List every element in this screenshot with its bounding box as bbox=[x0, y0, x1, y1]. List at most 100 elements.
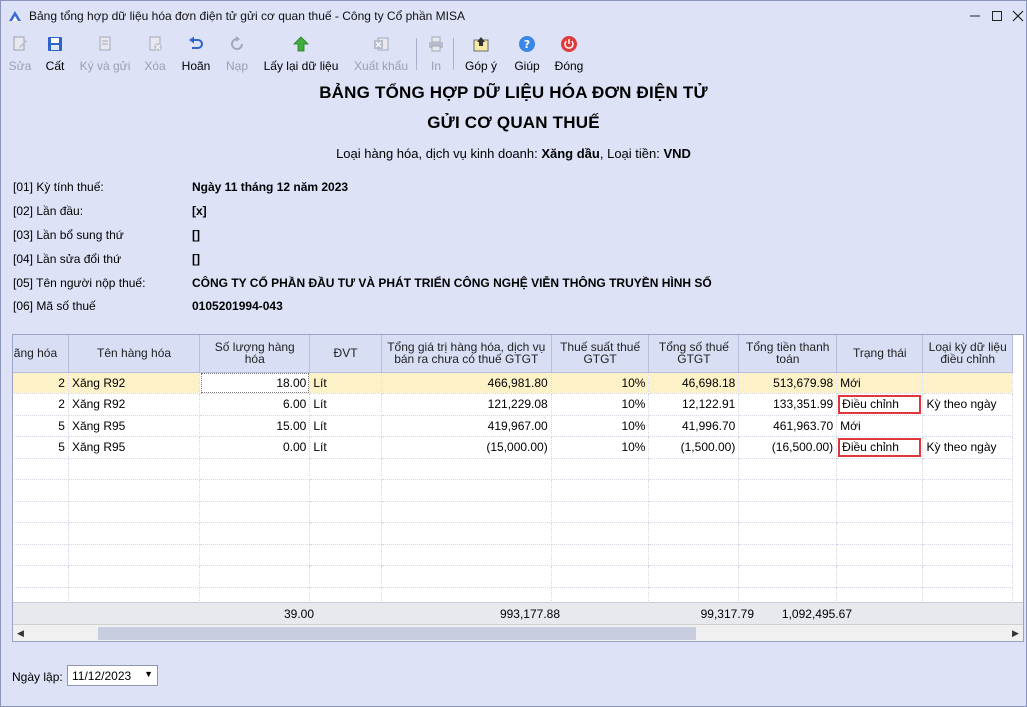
scroll-right-icon[interactable]: ▶ bbox=[1008, 625, 1023, 641]
taxpayer-name-value: CÔNG TY CỔ PHẦN ĐẦU TƯ VÀ PHÁT TRIỂN CÔN… bbox=[192, 276, 712, 290]
cell-tax[interactable]: (1,500.00) bbox=[648, 436, 740, 459]
col-header-code[interactable]: ãng hóa bbox=[13, 335, 69, 373]
empty-row bbox=[13, 544, 1013, 566]
cell-tax[interactable]: 41,996.70 bbox=[648, 415, 740, 437]
cell-name[interactable]: Xăng R92 bbox=[68, 372, 201, 394]
edit-button[interactable]: Sửa bbox=[7, 30, 33, 76]
minimize-button[interactable] bbox=[963, 1, 987, 30]
col-header-tax[interactable]: Tổng số thuế GTGT bbox=[648, 335, 740, 373]
col-header-name[interactable]: Tên hàng hóa bbox=[68, 335, 201, 373]
empty-row bbox=[13, 479, 1013, 502]
col-header-qty[interactable]: Số lượng hàng hóa bbox=[199, 335, 311, 373]
grid-header-row: ãng hóa Tên hàng hóa Số lượng hàng hóa Đ… bbox=[13, 335, 1013, 373]
col-header-period[interactable]: Loại kỳ dữ liệu điều chỉnh bbox=[922, 335, 1013, 373]
col-header-amount[interactable]: Tổng giá trị hàng hóa, dịch vụ bán ra ch… bbox=[381, 335, 552, 373]
feedback-icon bbox=[471, 34, 491, 54]
cell-amount[interactable]: 121,229.08 bbox=[381, 393, 552, 416]
cell-status[interactable]: Mới bbox=[836, 372, 924, 394]
tax-period-value: Ngày 11 tháng 12 năm 2023 bbox=[192, 180, 349, 194]
horizontal-scrollbar[interactable]: ◀ ▶ bbox=[13, 624, 1023, 641]
cell-total[interactable]: (16,500.00) bbox=[738, 436, 838, 459]
cell-amount[interactable]: 419,967.00 bbox=[381, 415, 552, 437]
close-form-label: Đóng bbox=[554, 59, 584, 73]
cell-name[interactable]: Xăng R92 bbox=[68, 393, 201, 416]
report-title-line2: GỬI CƠ QUAN THUẾ bbox=[427, 113, 600, 132]
scroll-left-icon[interactable]: ◀ bbox=[13, 625, 28, 641]
app-window: Bảng tổng hợp dữ liệu hóa đơn điện tử gử… bbox=[0, 0, 1027, 707]
col-header-total[interactable]: Tổng tiền thanh toán bbox=[738, 335, 838, 373]
currency-value: VND bbox=[663, 146, 691, 161]
cell-unit[interactable]: Lít bbox=[309, 372, 382, 394]
cell-unit[interactable]: Lít bbox=[309, 393, 382, 416]
table-row[interactable]: 2 Xăng R92 6.00 Lít 121,229.08 10% 12,12… bbox=[13, 393, 1013, 416]
cell-period[interactable] bbox=[922, 372, 1013, 394]
supplement-value: [] bbox=[192, 228, 200, 242]
cell-amount[interactable]: 466,981.80 bbox=[381, 372, 552, 394]
cell-qty[interactable]: 6.00 bbox=[199, 393, 311, 416]
cell-period[interactable] bbox=[922, 415, 1013, 437]
cell-code[interactable]: 5 bbox=[13, 415, 69, 437]
cell-unit[interactable]: Lít bbox=[309, 436, 382, 459]
cell-amount[interactable]: (15,000.00) bbox=[381, 436, 552, 459]
cell-qty[interactable]: 0.00 bbox=[199, 436, 311, 459]
col-header-unit[interactable]: ĐVT bbox=[309, 335, 382, 373]
cell-total[interactable]: 513,679.98 bbox=[738, 372, 838, 394]
report-content: BẢNG TỔNG HỢP DỮ LIỆU HÓA ĐƠN ĐIỆN TỬ GỬ… bbox=[2, 78, 1025, 706]
delete-icon bbox=[145, 34, 165, 54]
chevron-down-icon[interactable]: ▼ bbox=[144, 669, 153, 679]
cell-status[interactable]: Điều chỉnh bbox=[836, 393, 924, 416]
close-button[interactable] bbox=[1006, 1, 1027, 30]
feedback-button[interactable]: Góp ý bbox=[464, 30, 498, 76]
svg-text:?: ? bbox=[524, 38, 530, 51]
toolbar-separator bbox=[453, 38, 454, 70]
save-button[interactable]: Cất bbox=[43, 30, 67, 76]
col-header-rate[interactable]: Thuế suất thuế GTGT bbox=[551, 335, 650, 373]
save-icon bbox=[45, 34, 65, 54]
cell-total[interactable]: 461,963.70 bbox=[738, 415, 838, 437]
status-badge: Điều chỉnh bbox=[838, 437, 922, 457]
cell-name[interactable]: Xăng R95 bbox=[68, 415, 201, 437]
cell-qty[interactable]: 18.00 bbox=[199, 372, 311, 394]
sign-send-button[interactable]: Ký và gửi bbox=[79, 30, 131, 76]
table-row[interactable]: 2 Xăng R92 18.00 Lít 466,981.80 10% 46,6… bbox=[13, 372, 1013, 394]
close-form-button[interactable]: Đóng bbox=[553, 30, 585, 76]
cell-code[interactable]: 2 bbox=[13, 393, 69, 416]
toolbar-separator bbox=[416, 38, 417, 70]
cell-total[interactable]: 133,351.99 bbox=[738, 393, 838, 416]
cell-code[interactable]: 2 bbox=[13, 372, 69, 394]
supplement-label: [03] Lần bổ sung thứ bbox=[13, 228, 124, 242]
cell-status[interactable]: Điều chỉnh bbox=[836, 436, 924, 459]
cell-tax[interactable]: 12,122.91 bbox=[648, 393, 740, 416]
help-button[interactable]: ? Giúp bbox=[512, 30, 542, 76]
scrollbar-thumb[interactable] bbox=[98, 627, 696, 640]
print-button[interactable]: In bbox=[426, 30, 446, 76]
close-icon bbox=[1012, 10, 1024, 21]
cell-qty[interactable]: 15.00 bbox=[199, 415, 311, 437]
cell-rate[interactable]: 10% bbox=[551, 436, 650, 459]
cell-rate[interactable]: 10% bbox=[551, 393, 650, 416]
refetch-data-button[interactable]: Lấy lại dữ liệu bbox=[263, 30, 339, 76]
date-label: Ngày lập: bbox=[12, 670, 63, 684]
cell-period[interactable]: Kỳ theo ngày bbox=[922, 436, 1013, 459]
toolbar: Sửa Cất Ký và gửi Xóa Hoãn Nạp Lấy lại d… bbox=[1, 30, 1026, 78]
reload-button[interactable]: Nạp bbox=[224, 30, 250, 76]
cell-tax[interactable]: 46,698.18 bbox=[648, 372, 740, 394]
report-title-line1: BẢNG TỔNG HỢP DỮ LIỆU HÓA ĐƠN ĐIỆN TỬ bbox=[319, 83, 708, 102]
cell-period[interactable]: Kỳ theo ngày bbox=[922, 393, 1013, 416]
amendment-label: [04] Lần sửa đổi thứ bbox=[13, 252, 122, 266]
feedback-label: Góp ý bbox=[464, 59, 497, 73]
date-picker[interactable]: 11/12/2023 ▼ bbox=[67, 665, 158, 686]
cell-unit[interactable]: Lít bbox=[309, 415, 382, 437]
cell-code[interactable]: 5 bbox=[13, 436, 69, 459]
undo-button[interactable]: Hoãn bbox=[180, 30, 212, 76]
col-header-status[interactable]: Trạng thái bbox=[836, 335, 924, 373]
cell-rate[interactable]: 10% bbox=[551, 415, 650, 437]
delete-button[interactable]: Xóa bbox=[142, 30, 168, 76]
empty-row bbox=[13, 522, 1013, 545]
export-button[interactable]: Xuất khẩu bbox=[353, 30, 409, 76]
cell-status[interactable]: Mới bbox=[836, 415, 924, 437]
cell-name[interactable]: Xăng R95 bbox=[68, 436, 201, 459]
table-row[interactable]: 5 Xăng R95 0.00 Lít (15,000.00) 10% (1,5… bbox=[13, 436, 1013, 459]
table-row[interactable]: 5 Xăng R95 15.00 Lít 419,967.00 10% 41,9… bbox=[13, 415, 1013, 437]
cell-rate[interactable]: 10% bbox=[551, 372, 650, 394]
